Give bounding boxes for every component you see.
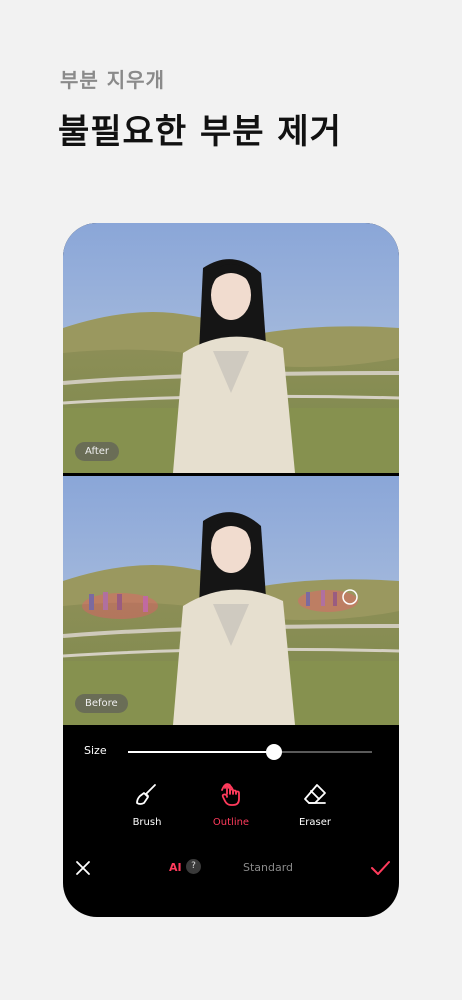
brush-tool-button[interactable]: Brush [107, 779, 187, 828]
page-title: 불필요한 부분 제거 [58, 112, 342, 152]
before-label: Before [75, 694, 128, 713]
eraser-tool-label: Eraser [298, 817, 332, 828]
check-icon [371, 861, 390, 875]
size-label: Size [84, 744, 107, 757]
after-label: After [75, 442, 120, 461]
page-subtitle: 부분 지우개 [60, 68, 165, 92]
outline-tool-button[interactable]: Outline [191, 779, 271, 828]
outline-tool-label: Outline [212, 817, 250, 828]
eraser-icon [275, 779, 355, 809]
bottom-bar: AI ? Standard [63, 853, 399, 883]
help-icon[interactable]: ? [186, 859, 201, 874]
editor-panel: After Before Size Brush Outline Eraser A… [63, 223, 399, 917]
apply-button[interactable] [369, 858, 391, 878]
size-slider-thumb[interactable] [266, 744, 283, 760]
after-photo: After [63, 223, 399, 473]
close-button[interactable] [73, 858, 93, 878]
brush-icon [107, 779, 187, 809]
eraser-tool-button[interactable]: Eraser [275, 779, 355, 828]
size-row: Size [63, 738, 399, 766]
mode-standard-tab[interactable]: Standard [243, 861, 293, 874]
close-icon [76, 861, 90, 875]
brush-tool-label: Brush [132, 817, 162, 828]
size-slider-fill [128, 751, 275, 753]
mode-ai-tab[interactable]: AI [169, 861, 182, 874]
size-slider[interactable] [128, 744, 372, 760]
touch-icon [191, 779, 271, 809]
before-photo: Before [63, 476, 399, 725]
